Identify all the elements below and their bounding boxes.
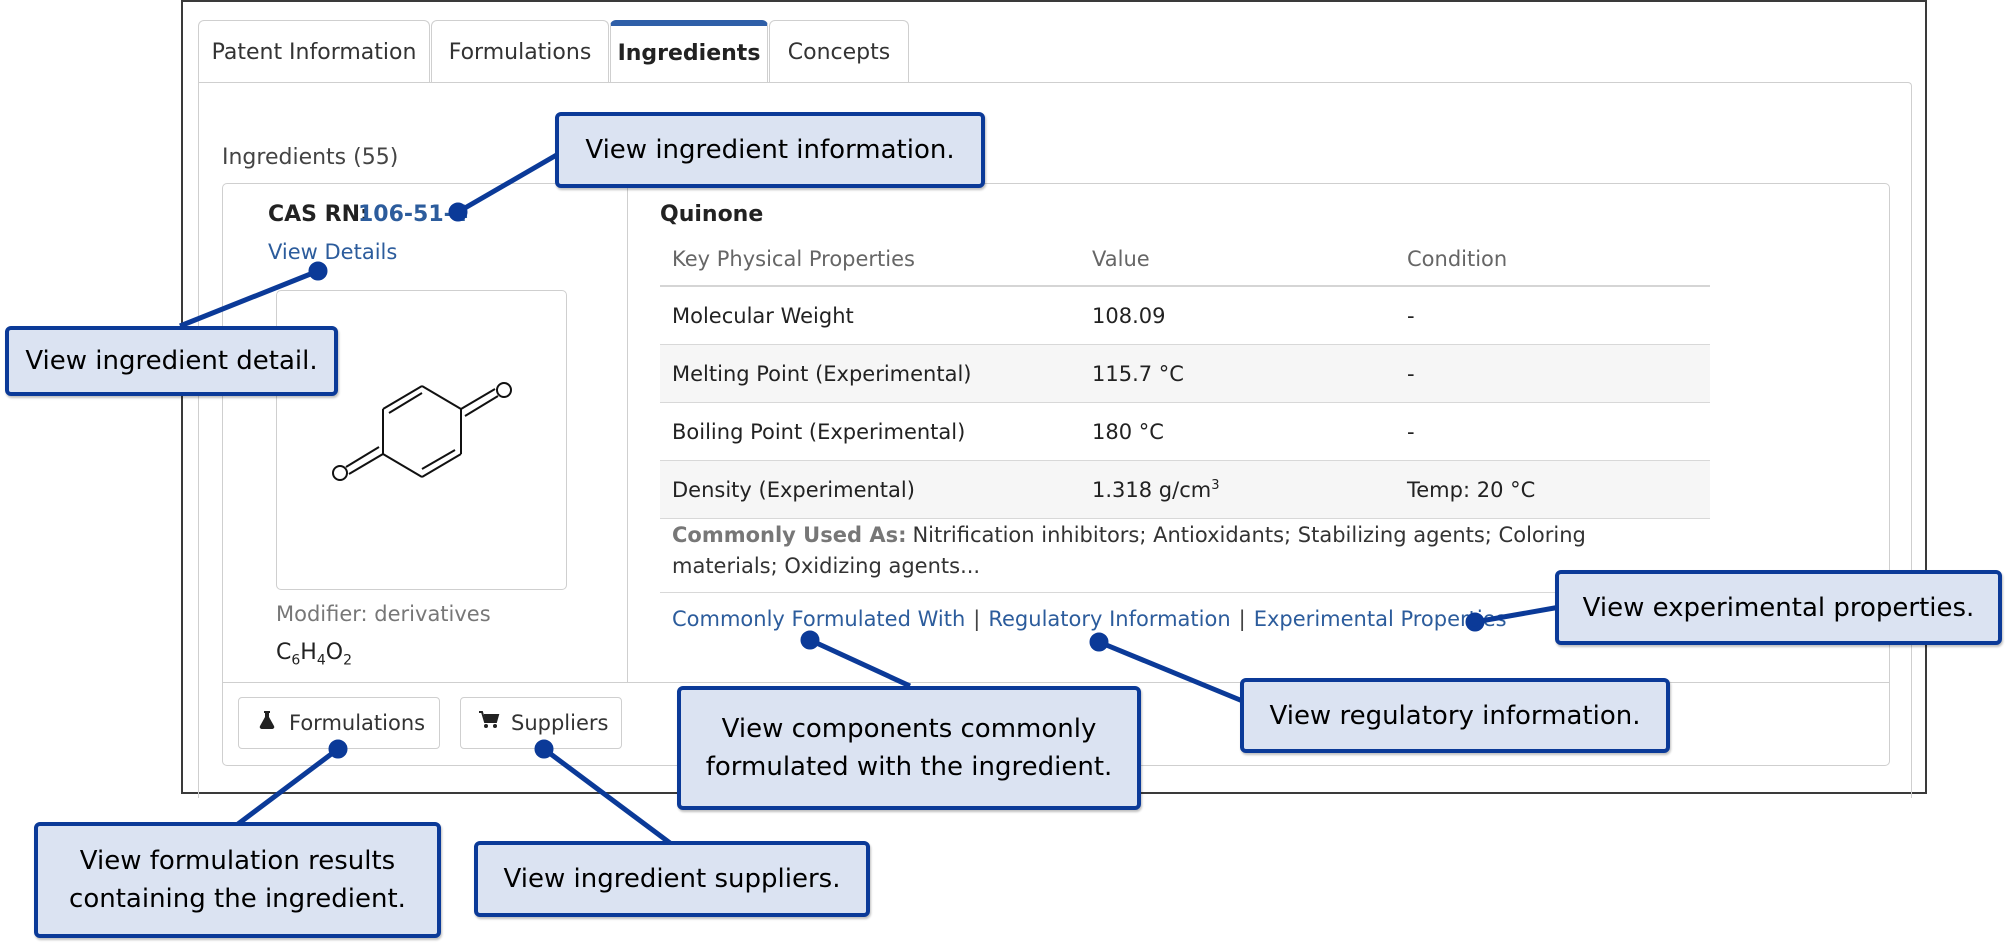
callout-formulated-with: View components commonly formulated with… — [677, 686, 1141, 810]
callout-ingredient-information: View ingredient information. — [555, 112, 985, 188]
callout-regulatory-information: View regulatory information. — [1240, 678, 1670, 753]
callout-ingredient-suppliers: View ingredient suppliers. — [474, 841, 870, 917]
callout-formulation-results: View formulation results containing the … — [34, 822, 441, 938]
callout-experimental-properties: View experimental properties. — [1555, 570, 2002, 645]
callout-ingredient-detail: View ingredient detail. — [5, 326, 338, 396]
